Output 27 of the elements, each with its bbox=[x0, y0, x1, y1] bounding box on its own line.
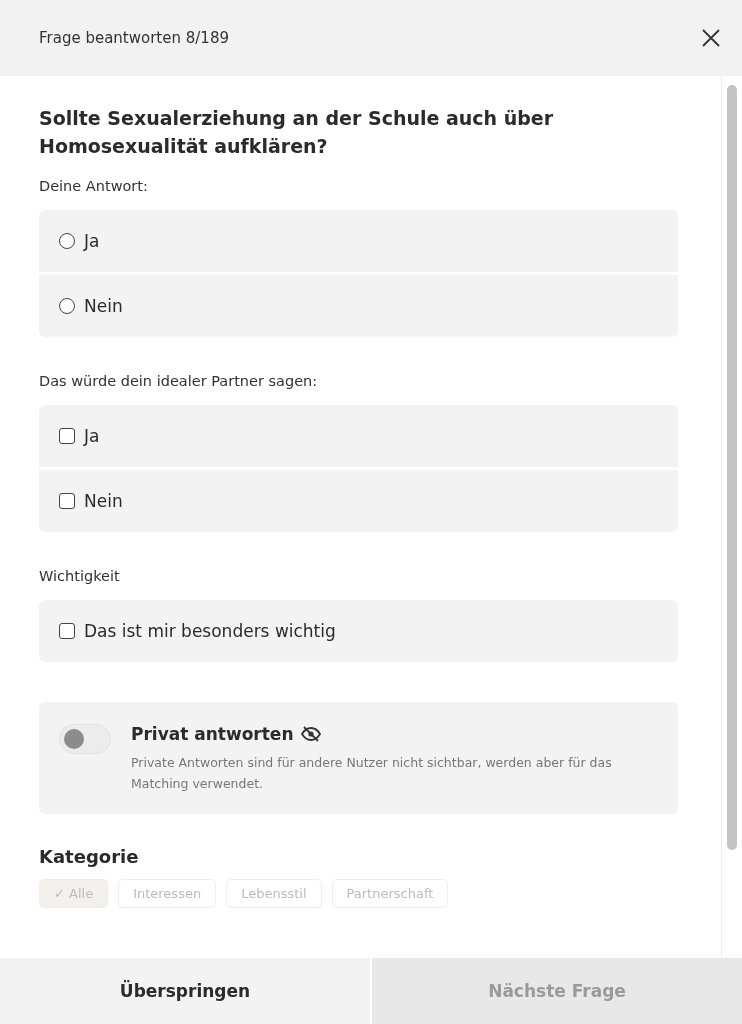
category-heading: Kategorie bbox=[39, 846, 140, 867]
option-label: Nein bbox=[84, 296, 123, 316]
option-label: Ja bbox=[84, 231, 100, 251]
close-icon[interactable] bbox=[702, 29, 720, 47]
private-title: Privat antworten bbox=[131, 724, 294, 744]
section-label: Das würde dein idealer Partner sagen: bbox=[39, 373, 319, 389]
radio-option[interactable]: Nein bbox=[39, 275, 678, 337]
checkbox-option[interactable]: Nein bbox=[39, 470, 678, 532]
checkbox-icon[interactable] bbox=[59, 493, 75, 509]
option-label: Nein bbox=[84, 491, 123, 511]
dialog-title: Frage beantworten 8/189 bbox=[39, 29, 229, 47]
section-label: Wichtigkeit bbox=[39, 568, 121, 584]
skip-button[interactable]: Überspringen bbox=[0, 958, 370, 1024]
question-text: Sollte Sexualerziehung an der Schule auch über Homosexualität aufklären? bbox=[39, 106, 555, 159]
option-label: Das ist mir besonders wichtig bbox=[84, 621, 336, 641]
section-label: Deine Antwort: bbox=[39, 178, 149, 194]
checkbox-option[interactable]: Ja bbox=[39, 405, 678, 467]
checkbox-option[interactable]: Das ist mir besonders wichtig bbox=[39, 600, 678, 662]
eye-slash-icon bbox=[299, 726, 322, 742]
option-label: Ja bbox=[84, 426, 100, 446]
toggle-switch[interactable] bbox=[59, 724, 111, 754]
private-description: Private Antworten sind für andere Nutzer nicht sichtbar, werden aber für das Matching verwendet. bbox=[131, 754, 613, 793]
radio-icon[interactable] bbox=[59, 298, 75, 314]
checkbox-icon[interactable] bbox=[59, 623, 75, 639]
radio-icon[interactable] bbox=[59, 233, 75, 249]
radio-option[interactable]: Ja bbox=[39, 210, 678, 272]
checkbox-icon[interactable] bbox=[59, 428, 75, 444]
